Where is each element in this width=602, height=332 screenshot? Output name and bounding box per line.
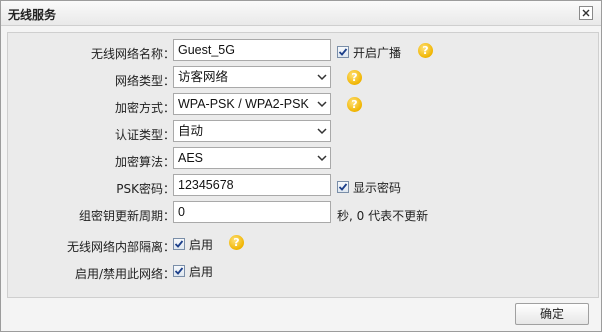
help-question-icon[interactable]: ? [347, 70, 362, 85]
help-question-icon[interactable]: ? [347, 97, 362, 112]
enable-checkbox[interactable] [173, 265, 185, 277]
checkmark-icon [338, 48, 348, 56]
wireless-service-dialog: 无线服务 无线网络名称： Guest_5G 开启广播 ? 网络类型： 访客网络 … [0, 0, 602, 332]
psk-label: PSK密码： [116, 182, 175, 196]
cipher-row: 加密算法： AES [8, 147, 598, 173]
psk-row: PSK密码： 12345678 显示密码 [8, 174, 598, 200]
isolation-check-label: 启用 [189, 238, 214, 252]
chevron-down-icon [314, 94, 330, 114]
encryption-row: 加密方式： WPA-PSK / WPA2-PSK ? [8, 93, 598, 119]
cipher-label: 加密算法： [114, 155, 175, 169]
auth-type-label: 认证类型： [114, 128, 175, 142]
enable-row: 启用/禁用此网络： 启用 [8, 259, 598, 285]
group-key-label: 组密钥更新周期： [78, 209, 175, 223]
checkmark-icon [338, 183, 348, 191]
show-password-checkbox[interactable] [337, 181, 349, 193]
chevron-down-icon [314, 121, 330, 141]
chevron-down-icon [314, 148, 330, 168]
encryption-value: WPA-PSK / WPA2-PSK [178, 97, 309, 111]
enable-check-label: 启用 [189, 265, 214, 279]
dialog-title: 无线服务 [8, 8, 57, 22]
broadcast-checkbox[interactable] [337, 46, 349, 58]
auth-type-select[interactable]: 自动 [173, 120, 331, 142]
ssid-row: 无线网络名称： Guest_5G 开启广播 ? [8, 39, 598, 65]
chevron-down-icon [314, 67, 330, 87]
cipher-value: AES [178, 151, 204, 165]
ssid-input[interactable]: Guest_5G [173, 39, 331, 61]
dialog-titlebar: 无线服务 [1, 1, 601, 26]
auth-type-value: 自动 [178, 124, 204, 138]
cipher-select[interactable]: AES [173, 147, 331, 169]
group-key-row: 组密钥更新周期： 0 秒, 0 代表不更新 [8, 201, 598, 227]
enable-label: 启用/禁用此网络： [74, 267, 175, 281]
isolation-row: 无线网络内部隔离： 启用 ? [8, 232, 598, 258]
isolation-checkbox[interactable] [173, 238, 185, 250]
broadcast-label: 开启广播 [353, 46, 402, 60]
psk-input[interactable]: 12345678 [173, 174, 331, 196]
encryption-select[interactable]: WPA-PSK / WPA2-PSK [173, 93, 331, 115]
close-button[interactable] [579, 6, 593, 20]
close-icon [582, 9, 590, 17]
ssid-label: 无线网络名称： [90, 47, 175, 61]
help-question-icon[interactable]: ? [418, 43, 433, 58]
network-type-row: 网络类型： 访客网络 ? [8, 66, 598, 92]
encryption-label: 加密方式： [114, 101, 175, 115]
checkmark-icon [174, 267, 184, 275]
auth-type-row: 认证类型： 自动 [8, 120, 598, 146]
group-key-input[interactable]: 0 [173, 201, 331, 223]
help-question-icon[interactable]: ? [229, 235, 244, 250]
network-type-select[interactable]: 访客网络 [173, 66, 331, 88]
settings-panel: 无线网络名称： Guest_5G 开启广播 ? 网络类型： 访客网络 ? 加密方… [7, 32, 599, 298]
group-key-note: 秒, 0 代表不更新 [337, 209, 429, 223]
network-type-label: 网络类型： [114, 74, 175, 88]
isolation-label: 无线网络内部隔离： [66, 240, 175, 254]
show-password-label: 显示密码 [353, 181, 402, 195]
network-type-value: 访客网络 [178, 70, 229, 84]
checkmark-icon [174, 240, 184, 248]
ok-button[interactable]: 确定 [515, 303, 589, 325]
